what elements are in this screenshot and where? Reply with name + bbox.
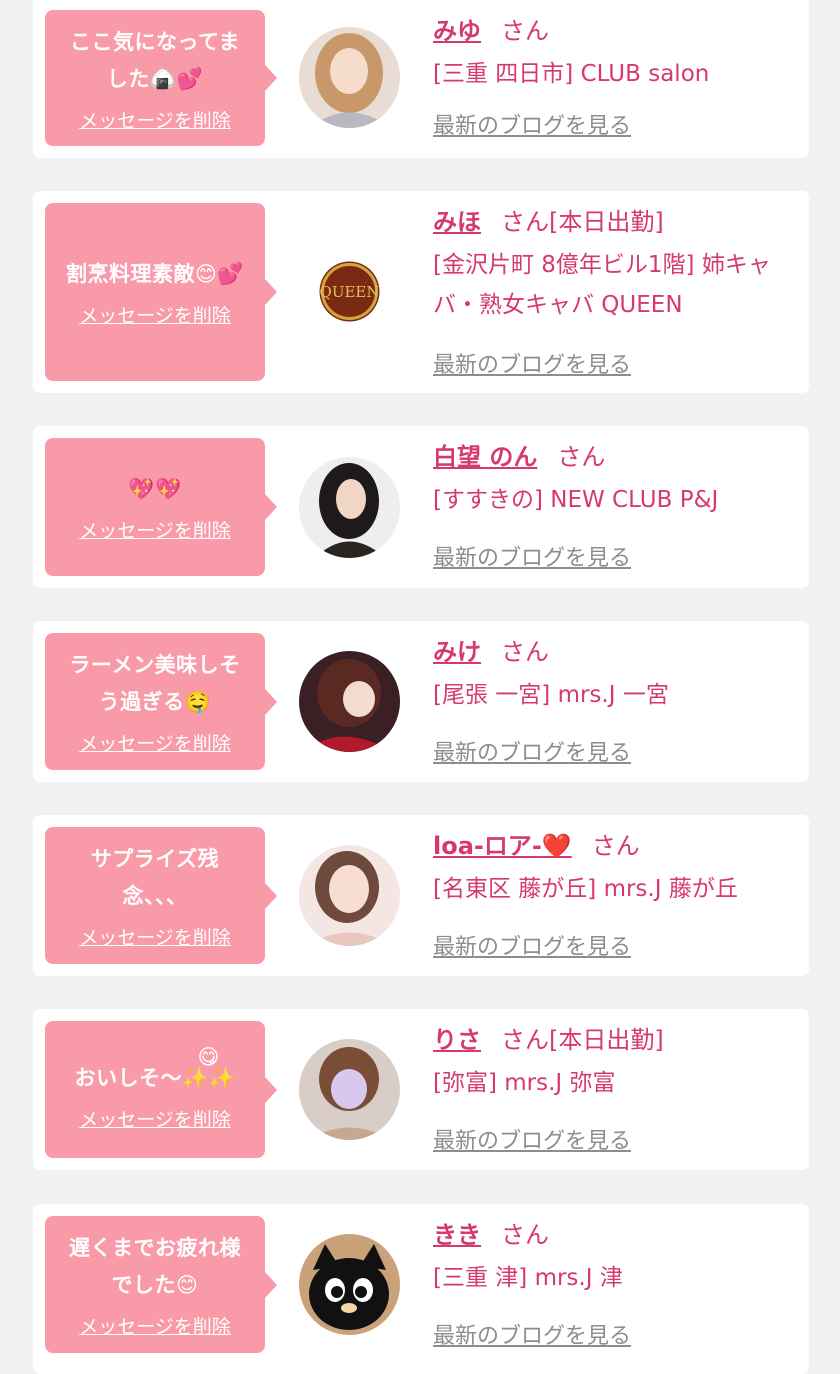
avatar[interactable] bbox=[299, 457, 400, 558]
avatar[interactable] bbox=[299, 651, 400, 752]
delete-message-link[interactable]: メッセージを削除 bbox=[79, 301, 231, 328]
message-bubble: おいしそ〜😋 ✨✨ メッセージを削除 bbox=[45, 1021, 277, 1158]
blog-link[interactable]: 最新のブログを見る bbox=[433, 1123, 631, 1155]
message-bubble: ここ気になってま した🍙💕 メッセージを削除 bbox=[45, 10, 277, 146]
honorific: さん bbox=[501, 638, 549, 666]
girl-photo-icon bbox=[299, 845, 400, 946]
message-text: おいしそ〜 bbox=[74, 1066, 183, 1090]
name-suffix: [本日出勤] bbox=[549, 208, 664, 236]
avatar[interactable] bbox=[299, 845, 400, 946]
cast-name-link[interactable]: みほ bbox=[433, 208, 481, 236]
message-text: ラーメン美味しそ う過ぎる bbox=[69, 653, 241, 714]
message-card: サプライズ残 念、、、 メッセージを削除 loa-ロア-❤️ さん [名東区 藤が… bbox=[33, 815, 809, 976]
message-card: 遅くまでお疲れ様 でした😊 メッセージを削除 きき さん [三重 津] mrs.J… bbox=[33, 1204, 809, 1374]
honorific: さん bbox=[501, 208, 549, 236]
honorific: さん bbox=[501, 1221, 549, 1249]
honorific: さん bbox=[557, 443, 606, 471]
cast-name-link[interactable]: みけ bbox=[433, 638, 481, 666]
svg-text:QUEEN: QUEEN bbox=[320, 283, 380, 301]
cast-name-link[interactable]: りさ bbox=[433, 1026, 481, 1054]
message-bubble: サプライズ残 念、、、 メッセージを削除 bbox=[45, 827, 277, 964]
cast-name-link[interactable]: みゆ bbox=[433, 17, 481, 45]
delete-message-link[interactable]: メッセージを削除 bbox=[79, 729, 231, 756]
store-info: [名東区 藤が丘] mrs.J 藤が丘 bbox=[433, 876, 738, 902]
store-info: [すすきの] NEW CLUB P&J bbox=[433, 487, 719, 513]
cast-name-link[interactable]: 白望 のん bbox=[433, 443, 537, 471]
delete-message-link[interactable]: メッセージを削除 bbox=[79, 106, 231, 133]
message-bubble: 💖💖 メッセージを削除 bbox=[45, 438, 277, 576]
message-card: 💖💖 メッセージを削除 白望 のん さん [すすきの] NEW CLUB P&J … bbox=[33, 426, 809, 588]
message-emoji: 🤤 bbox=[184, 690, 212, 714]
message-card: ラーメン美味しそ う過ぎる🤤 メッセージを削除 みけ さん [尾張 一宮] mrs… bbox=[33, 621, 809, 782]
heart-icon: ❤️ bbox=[541, 832, 572, 860]
message-emoji: 💖💖 bbox=[128, 477, 182, 501]
message-card: 割烹料理素敵😊💕 メッセージを削除 QUEEN みほ さん[本日出勤] [金沢片町… bbox=[33, 191, 809, 393]
store-info: [金沢片町 8億年ビル1階] 姉キャバ・熟女キャバ QUEEN bbox=[433, 252, 771, 318]
blog-link[interactable]: 最新のブログを見る bbox=[433, 540, 631, 572]
cat-photo-icon bbox=[299, 1234, 400, 1335]
message-list: ここ気になってま した🍙💕 メッセージを削除 みゆ さん [三重 四日市] CLU… bbox=[0, 0, 840, 1374]
message-card: ここ気になってま した🍙💕 メッセージを削除 みゆ さん [三重 四日市] CLU… bbox=[33, 0, 809, 158]
delete-message-link[interactable]: メッセージを削除 bbox=[79, 1105, 231, 1132]
store-info: [三重 四日市] CLUB salon bbox=[433, 61, 710, 87]
girl-photo-icon bbox=[299, 651, 400, 752]
cast-name-link[interactable]: きき bbox=[433, 1221, 481, 1249]
message-text: 遅くまでお疲れ様 でした bbox=[69, 1236, 241, 1297]
message-emoji: 😊💕 bbox=[194, 262, 245, 286]
blog-link[interactable]: 最新のブログを見る bbox=[433, 929, 631, 961]
honorific: さん bbox=[501, 17, 549, 45]
honorific: さん bbox=[501, 1026, 549, 1054]
honorific: さん bbox=[591, 832, 640, 860]
message-bubble: ラーメン美味しそ う過ぎる🤤 メッセージを削除 bbox=[45, 633, 277, 770]
girl-photo-icon bbox=[299, 27, 400, 128]
message-text: 割烹料理素敵 bbox=[65, 262, 195, 286]
message-emoji: 😋 ✨✨ bbox=[182, 1045, 236, 1090]
name-suffix: [本日出勤] bbox=[549, 1026, 664, 1054]
blog-link[interactable]: 最新のブログを見る bbox=[433, 347, 631, 379]
message-bubble: 割烹料理素敵😊💕 メッセージを削除 bbox=[45, 203, 277, 381]
avatar[interactable] bbox=[299, 1039, 400, 1140]
message-card: おいしそ〜😋 ✨✨ メッセージを削除 りさ さん[本日出勤] [弥富] mrs.J… bbox=[33, 1009, 809, 1170]
avatar[interactable]: QUEEN bbox=[299, 241, 400, 342]
blog-link[interactable]: 最新のブログを見る bbox=[433, 1318, 631, 1350]
queen-logo-icon: QUEEN bbox=[319, 261, 380, 322]
blog-link[interactable]: 最新のブログを見る bbox=[433, 108, 631, 140]
message-bubble: 遅くまでお疲れ様 でした😊 メッセージを削除 bbox=[45, 1216, 277, 1353]
store-info: [尾張 一宮] mrs.J 一宮 bbox=[433, 682, 669, 708]
message-text: サプライズ残 念、、、 bbox=[90, 847, 220, 908]
delete-message-link[interactable]: メッセージを削除 bbox=[79, 923, 231, 950]
delete-message-link[interactable]: メッセージを削除 bbox=[79, 516, 231, 543]
message-emoji: 😊 bbox=[176, 1273, 199, 1297]
girl-photo-icon bbox=[299, 457, 400, 558]
message-emoji: 🍙💕 bbox=[149, 66, 204, 91]
blog-link[interactable]: 最新のブログを見る bbox=[433, 735, 631, 767]
girl-photo-icon bbox=[299, 1039, 400, 1140]
avatar[interactable] bbox=[299, 27, 400, 128]
avatar[interactable] bbox=[299, 1234, 400, 1335]
store-info: [弥富] mrs.J 弥富 bbox=[433, 1070, 616, 1096]
cast-name-link[interactable]: loa-ロア-❤️ bbox=[433, 832, 572, 860]
store-info: [三重 津] mrs.J 津 bbox=[433, 1265, 623, 1291]
delete-message-link[interactable]: メッセージを削除 bbox=[79, 1312, 231, 1339]
